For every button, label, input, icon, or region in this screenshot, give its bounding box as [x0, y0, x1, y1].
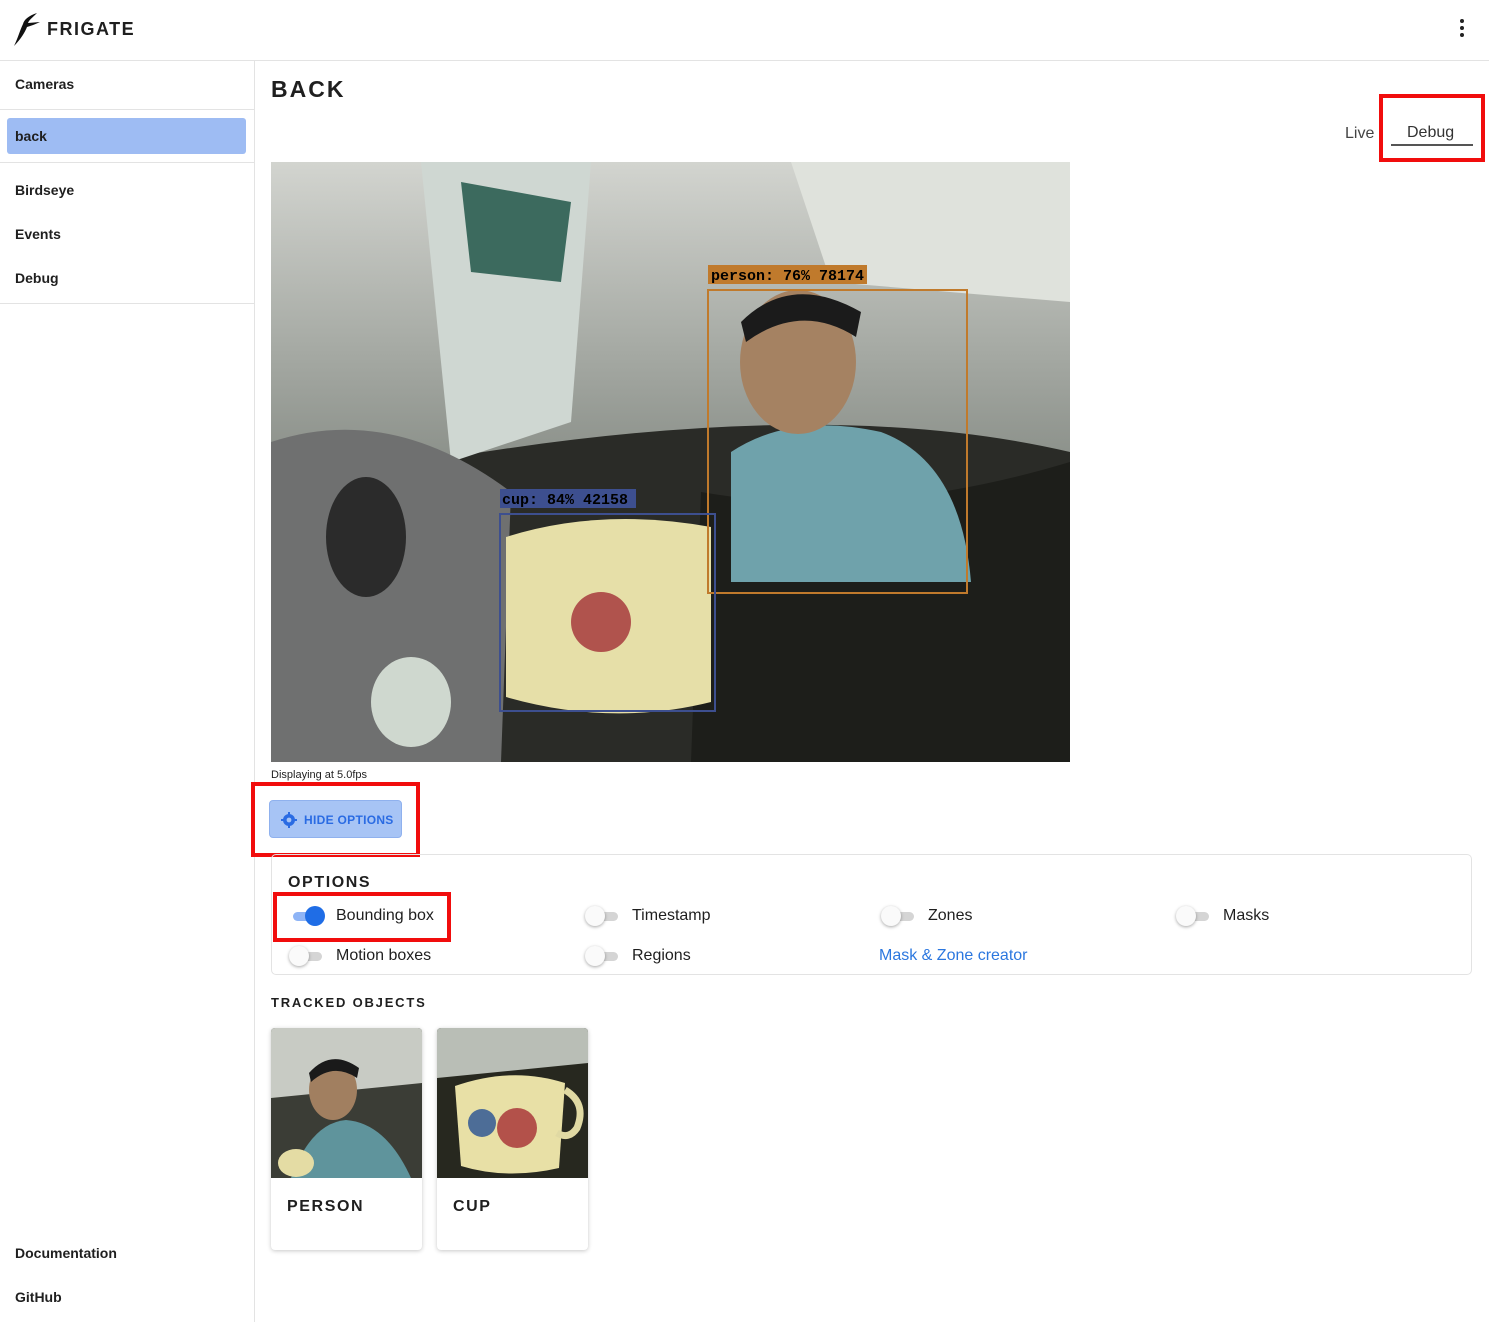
sidebar-item-birdseye[interactable]: Birdseye — [15, 182, 74, 198]
regions-label: Regions — [632, 947, 691, 964]
cup-thumbnail — [437, 1028, 588, 1178]
motion-boxes-toggle[interactable] — [289, 946, 323, 966]
zones-toggle[interactable] — [881, 906, 915, 926]
person-detection-label: person: 76% 78174 — [711, 268, 864, 285]
highlight-box — [251, 782, 420, 857]
sidebar-divider — [0, 303, 254, 304]
sidebar-item-documentation[interactable]: Documentation — [15, 1245, 117, 1261]
mask-zone-creator-link[interactable]: Mask & Zone creator — [879, 947, 1028, 965]
tab-live[interactable]: Live — [1345, 125, 1374, 143]
options-title: OPTIONS — [288, 874, 372, 891]
camera-feed: person: 76% 78174 cup: 84% 42158 — [271, 162, 1070, 762]
sidebar-item-back[interactable]: back — [7, 118, 246, 154]
page-title: BACK — [271, 76, 346, 102]
timestamp-label: Timestamp — [632, 907, 711, 924]
zones-label: Zones — [928, 907, 973, 924]
fps-indicator: Displaying at 5.0fps — [271, 769, 367, 781]
sidebar: Cameras back Birdseye Events Debug Docum… — [0, 61, 255, 1322]
frigate-logo-icon — [14, 13, 40, 46]
sidebar-item-events[interactable]: Events — [15, 226, 61, 242]
timestamp-toggle[interactable] — [585, 906, 619, 926]
masks-label: Masks — [1223, 907, 1270, 924]
tracked-objects-title: TRACKED OBJECTS — [271, 995, 427, 1010]
sidebar-divider — [0, 109, 254, 110]
cup-detection-label: cup: 84% 42158 — [502, 492, 628, 509]
top-header: FRIGATE — [0, 0, 1489, 61]
highlight-box — [273, 892, 451, 942]
camera-frame-image: person: 76% 78174 cup: 84% 42158 — [271, 162, 1070, 762]
highlight-box — [1379, 94, 1485, 162]
sidebar-item-label: back — [15, 128, 47, 144]
brand-name: FRIGATE — [47, 19, 136, 39]
tracked-object-cup[interactable]: CUP — [437, 1028, 588, 1250]
person-thumbnail — [271, 1028, 422, 1178]
options-panel — [271, 854, 1472, 975]
more-menu-icon[interactable] — [1452, 16, 1472, 40]
regions-toggle[interactable] — [585, 946, 619, 966]
tracked-object-label: CUP — [453, 1198, 492, 1215]
masks-toggle[interactable] — [1176, 906, 1210, 926]
motion-boxes-label: Motion boxes — [336, 947, 432, 964]
sidebar-item-debug[interactable]: Debug — [15, 270, 59, 286]
sidebar-divider — [0, 162, 254, 163]
sidebar-item-cameras[interactable]: Cameras — [15, 76, 74, 92]
tracked-object-person[interactable]: PERSON — [271, 1028, 422, 1250]
tracked-object-label: PERSON — [287, 1198, 365, 1215]
sidebar-item-github[interactable]: GitHub — [15, 1289, 62, 1305]
